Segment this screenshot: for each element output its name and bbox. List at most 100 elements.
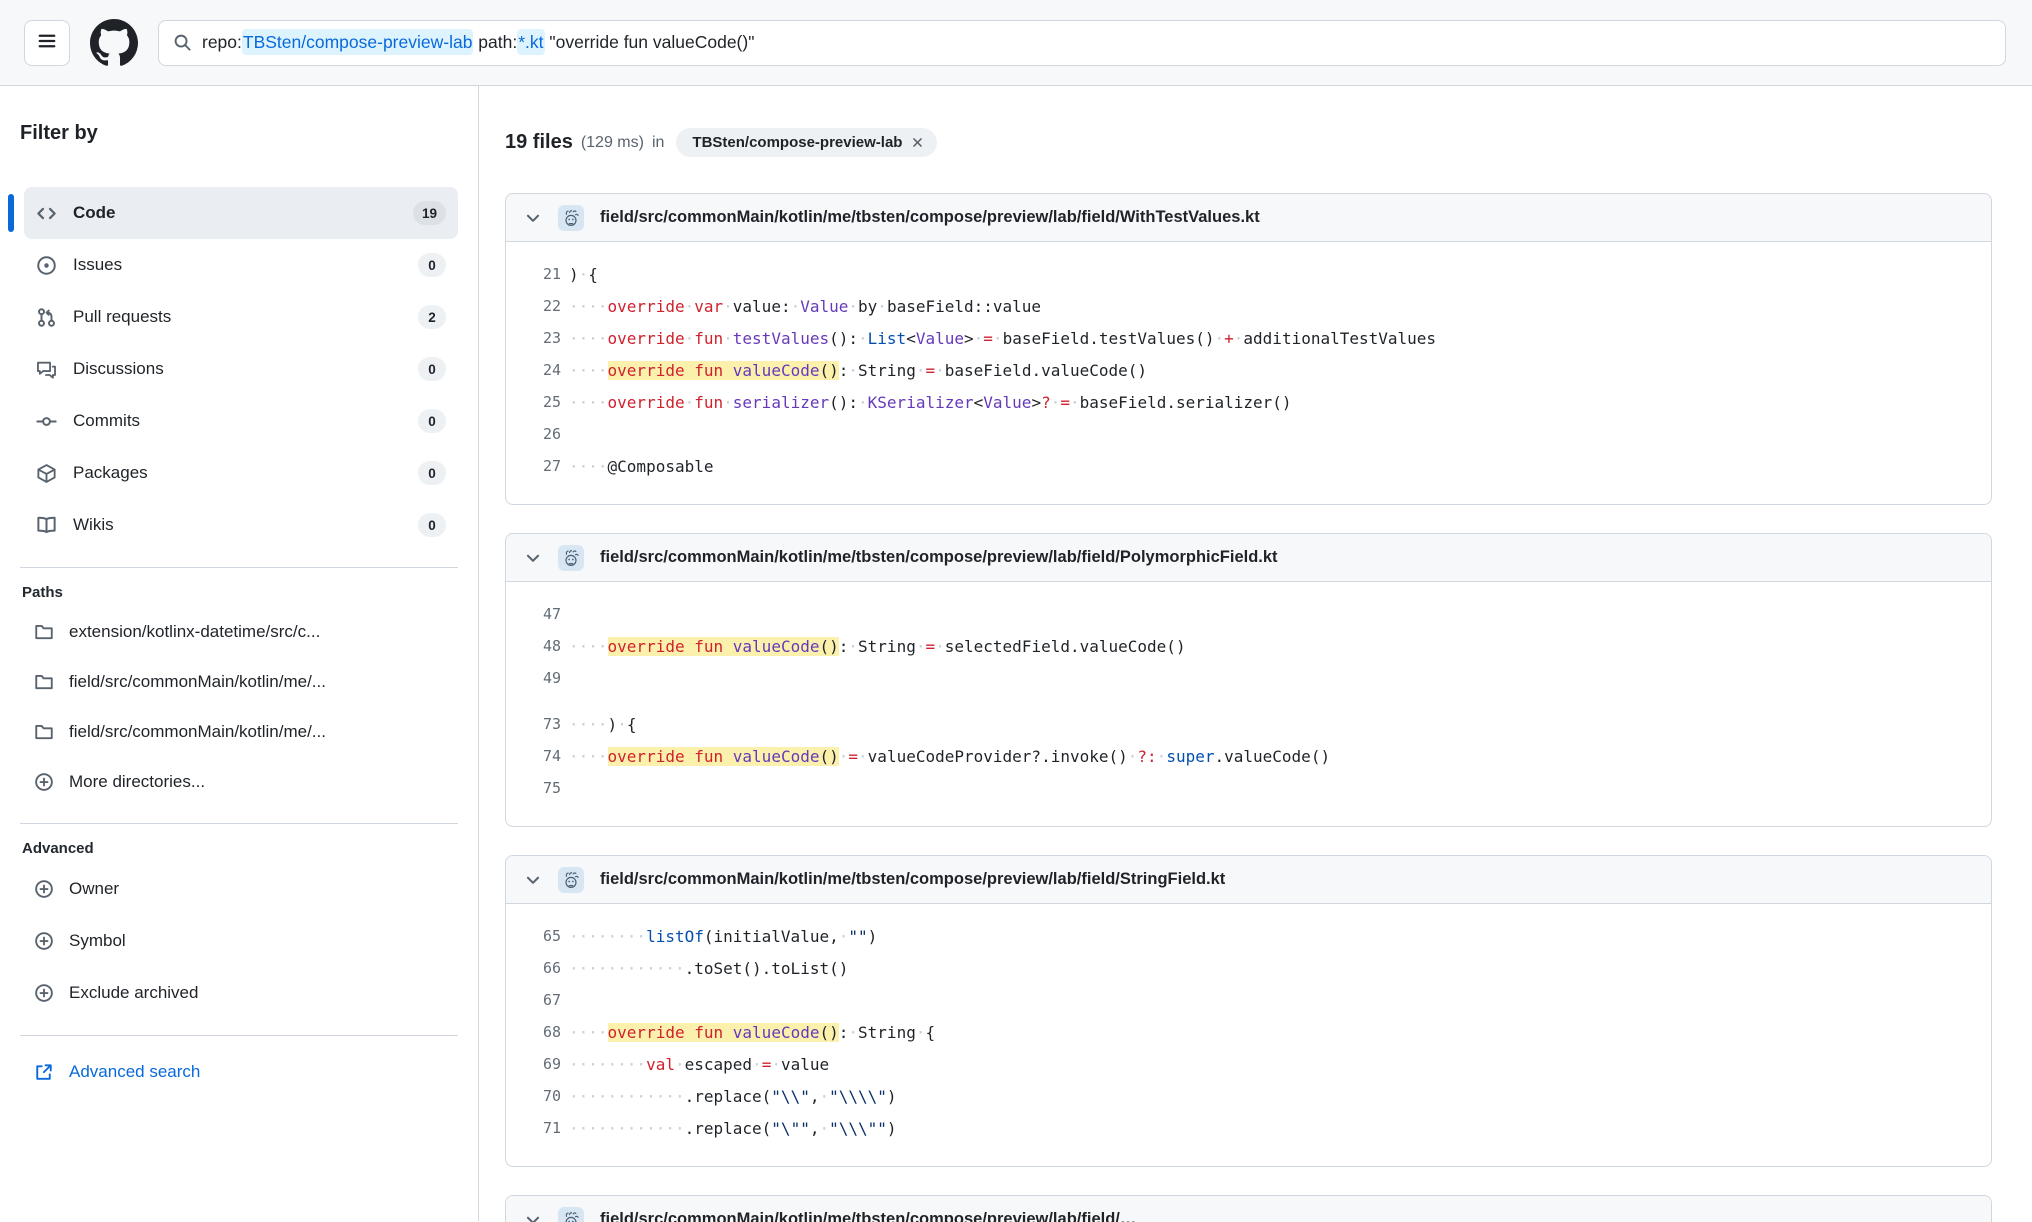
- chevron-down-icon[interactable]: [524, 1211, 542, 1222]
- line-number[interactable]: 73: [506, 715, 561, 733]
- repo-filter-chip[interactable]: TBSten/compose-preview-lab: [676, 128, 937, 157]
- path-filter-item[interactable]: field/src/commonMain/kotlin/me/...: [20, 707, 458, 757]
- plus-circle-icon: [34, 983, 54, 1003]
- line-number[interactable]: 70: [506, 1087, 561, 1105]
- file-path-link[interactable]: field/src/commonMain/kotlin/me/tbsten/co…: [600, 548, 1278, 567]
- sidebar-item-discussions[interactable]: Discussions0: [24, 343, 458, 395]
- line-number[interactable]: 69: [506, 1055, 561, 1073]
- path-filter-label: field/src/commonMain/kotlin/me/...: [69, 722, 326, 742]
- paths-heading: Paths: [22, 584, 458, 601]
- path-filter-item[interactable]: field/src/commonMain/kotlin/me/...: [20, 657, 458, 707]
- line-number[interactable]: 68: [506, 1023, 561, 1041]
- folder-icon: [34, 672, 54, 692]
- code-text: ····override fun valueCode()·=·valueCode…: [569, 747, 1330, 766]
- search-input[interactable]: repo:TBSten/compose-preview-lab path:*.k…: [158, 20, 2006, 66]
- line-number[interactable]: 27: [506, 457, 561, 475]
- sidebar-item-commits[interactable]: Commits0: [24, 395, 458, 447]
- file-path-link[interactable]: field/src/commonMain/kotlin/me/tbsten/co…: [600, 208, 1260, 227]
- sidebar-divider: [20, 823, 458, 824]
- search-query-segment: path:: [473, 32, 517, 52]
- github-logo-icon[interactable]: [90, 19, 138, 67]
- line-number[interactable]: 71: [506, 1119, 561, 1137]
- paths-list: extension/kotlinx-datetime/src/c...field…: [20, 607, 458, 807]
- advanced-item-owner[interactable]: Owner: [20, 863, 458, 915]
- sidebar-item-code[interactable]: Code19: [24, 187, 458, 239]
- line-number[interactable]: 74: [506, 747, 561, 765]
- line-number[interactable]: 65: [506, 927, 561, 945]
- code-line: 66············.toSet().toList(): [506, 952, 1991, 984]
- code-text: ············.replace("\\",·"\\\\"): [569, 1087, 897, 1106]
- file-path-link[interactable]: field/src/commonMain/kotlin/me/tbsten/co…: [600, 1210, 1136, 1222]
- sidebar-item-label: Issues: [73, 255, 122, 275]
- line-number[interactable]: 26: [506, 425, 561, 443]
- count-badge: 0: [418, 513, 446, 537]
- line-number[interactable]: 49: [506, 669, 561, 687]
- code-snippet: 65········listOf(initialValue,·"")66····…: [506, 904, 1991, 1166]
- line-number[interactable]: 23: [506, 329, 561, 347]
- chevron-down-icon[interactable]: [524, 209, 542, 227]
- advanced-search-link[interactable]: Advanced search: [20, 1052, 458, 1082]
- sidebar-item-issues[interactable]: Issues 0: [24, 239, 458, 291]
- code-line: 48 ····override fun valueCode():·String·=…: [506, 630, 1991, 662]
- result-card-header: field/src/commonMain/kotlin/me/tbsten/co…: [506, 194, 1991, 242]
- folder-icon: [34, 722, 54, 742]
- result-card-header: field/src/commonMain/kotlin/me/tbsten/co…: [506, 856, 1991, 904]
- advanced-item-exclude-archived[interactable]: Exclude archived: [20, 967, 458, 1019]
- sidebar-item-wikis[interactable]: Wikis0: [24, 499, 458, 551]
- count-badge: 0: [418, 357, 446, 381]
- line-number[interactable]: 24: [506, 361, 561, 379]
- code-line: 67: [506, 984, 1991, 1016]
- code-line: 21)·{: [506, 258, 1991, 290]
- filter-sidebar: Filter by Code19 Issues 0 Pull requests2Dis…: [0, 86, 479, 1221]
- code-line: 26: [506, 418, 1991, 450]
- result-card: field/src/commonMain/kotlin/me/tbsten/co…: [505, 193, 1992, 505]
- file-path-link[interactable]: field/src/commonMain/kotlin/me/tbsten/co…: [600, 870, 1225, 889]
- line-number[interactable]: 75: [506, 779, 561, 797]
- sidebar-item-pull-requests[interactable]: Pull requests2: [24, 291, 458, 343]
- chevron-down-icon[interactable]: [524, 871, 542, 889]
- count-badge: 0: [418, 253, 446, 277]
- line-number[interactable]: 21: [506, 265, 561, 283]
- advanced-item-symbol[interactable]: Symbol: [20, 915, 458, 967]
- line-number[interactable]: 47: [506, 605, 561, 623]
- line-number[interactable]: 48: [506, 637, 561, 655]
- search-query-segment: *.kt: [517, 29, 544, 55]
- hamburger-icon: [36, 30, 58, 55]
- code-line: 49: [506, 662, 1991, 694]
- path-filter-item[interactable]: extension/kotlinx-datetime/src/c...: [20, 607, 458, 657]
- line-number[interactable]: 22: [506, 297, 561, 315]
- line-number[interactable]: 66: [506, 959, 561, 977]
- sidebar-item-packages[interactable]: Packages0: [24, 447, 458, 499]
- code-icon: [36, 203, 57, 224]
- results-summary: 19 files (129 ms) in TBSten/compose-prev…: [505, 128, 1992, 157]
- count-badge: 0: [418, 461, 446, 485]
- code-text: ····override fun valueCode():·String·=·s…: [569, 637, 1186, 656]
- search-query-text: repo:TBSten/compose-preview-lab path:*.k…: [202, 32, 754, 53]
- search-query-segment: "override fun valueCode()": [545, 32, 755, 52]
- code-snippet: 21)·{22····override·var·value:·Value·by·…: [506, 242, 1991, 504]
- code-text: ····override fun valueCode():·String·{: [569, 1023, 935, 1042]
- code-line: 24 ····override fun valueCode():·String·=…: [506, 354, 1991, 386]
- line-number[interactable]: 67: [506, 991, 561, 1009]
- more-directories-item[interactable]: More directories...: [20, 757, 458, 807]
- advanced-item-label: Symbol: [69, 931, 126, 951]
- code-line: 68 ····override fun valueCode():·String·{: [506, 1016, 1991, 1048]
- filter-by-heading: Filter by: [20, 122, 458, 145]
- chevron-down-icon[interactable]: [524, 549, 542, 567]
- code-line: 47: [506, 598, 1991, 630]
- code-text: ····override fun valueCode():·String·=·b…: [569, 361, 1147, 380]
- discussions-icon: [36, 359, 57, 380]
- code-snippet: 47 48 ····override fun valueCode():·String…: [506, 582, 1991, 826]
- results-in-label: in: [652, 134, 664, 152]
- code-text: ····)·{: [569, 715, 636, 734]
- repo-avatar: [558, 545, 584, 571]
- code-line: 69 ········val·escaped·=·value: [506, 1048, 1991, 1080]
- plus-circle-icon: [34, 772, 54, 792]
- hamburger-menu-button[interactable]: [24, 20, 70, 66]
- line-number[interactable]: 25: [506, 393, 561, 411]
- wikis-icon: [36, 515, 57, 536]
- code-text: ············.replace("\"",·"\\\""): [569, 1119, 897, 1138]
- code-text: ········val·escaped·=·value: [569, 1055, 829, 1074]
- close-icon[interactable]: [910, 135, 925, 150]
- sidebar-item-label: Pull requests: [73, 307, 171, 327]
